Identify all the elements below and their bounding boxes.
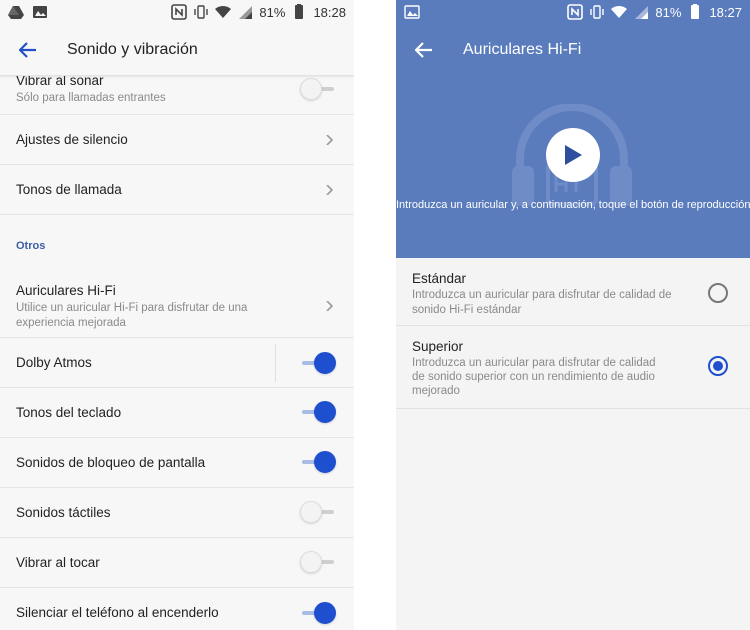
back-button[interactable] xyxy=(0,24,56,76)
play-icon xyxy=(565,145,582,165)
settings-list: Vibrar al sonar Sólo para llamadas entra… xyxy=(0,73,354,630)
clock: 18:27 xyxy=(709,4,742,20)
divider xyxy=(275,344,276,382)
option-description-line1: Introduzca un auricular para disfrutar d… xyxy=(412,357,656,369)
battery-percent: 81% xyxy=(655,4,682,20)
setting-auriculares-hifi[interactable]: Auriculares Hi-Fi Utilice un auricular H… xyxy=(0,279,354,338)
instruction-text: Introduzca un auricular y, a continuació… xyxy=(396,199,750,211)
option-description-line1: Introduzca un auricular para disfrutar d… xyxy=(412,289,672,301)
nfc-icon xyxy=(171,4,188,20)
setting-vibrar-al-tocar[interactable]: Vibrar al tocar xyxy=(0,538,354,588)
gallery-icon xyxy=(33,6,47,18)
sound-vibration-screen: 81% 18:28 Sonido y vibración Vibrar al s… xyxy=(0,0,354,630)
setting-tonos-del-teclado[interactable]: Tonos del teclado xyxy=(0,388,354,438)
play-button[interactable] xyxy=(546,128,600,182)
chevron-right-icon xyxy=(326,185,334,195)
superior-radio[interactable] xyxy=(708,356,728,376)
back-arrow-icon xyxy=(19,41,36,58)
vibrate-icon xyxy=(590,5,605,19)
signal-icon xyxy=(239,6,253,19)
option-description-line2: sonido Hi-Fi estándar xyxy=(412,304,522,316)
wifi-icon xyxy=(611,5,628,18)
page-title: Auriculares Hi-Fi xyxy=(463,41,582,58)
setting-ajustes-de-silencio[interactable]: Ajustes de silencio xyxy=(0,115,354,165)
option-estandar[interactable]: Estándar Introduzca un auricular para di… xyxy=(396,258,750,326)
nfc-icon xyxy=(567,4,584,20)
chevron-right-icon xyxy=(326,301,334,311)
drive-icon xyxy=(8,6,24,19)
app-bar: Sonido y vibración xyxy=(0,24,354,76)
vibrate-icon xyxy=(194,5,209,19)
setting-sonidos-tactiles[interactable]: Sonidos táctiles xyxy=(0,488,354,538)
status-bar: 81% 18:28 xyxy=(0,0,354,24)
setting-label: Ajustes de silencio xyxy=(16,132,128,147)
setting-label: Auriculares Hi-Fi xyxy=(16,283,116,298)
dolby-atmos-toggle[interactable] xyxy=(300,352,336,374)
signal-icon xyxy=(635,6,649,19)
setting-description-line1: Utilice un auricular Hi-Fi para disfruta… xyxy=(16,302,248,314)
option-description-line2: de sonido superior con un rendimiento de… xyxy=(412,371,655,383)
setting-description: Sólo para llamadas entrantes xyxy=(16,92,166,104)
back-button[interactable] xyxy=(396,24,452,76)
setting-dolby-atmos[interactable]: Dolby Atmos xyxy=(0,338,354,388)
setting-label: Dolby Atmos xyxy=(16,355,92,370)
battery-icon xyxy=(691,4,700,19)
setting-vibrar-al-sonar[interactable]: Vibrar al sonar Sólo para llamadas entra… xyxy=(0,73,354,115)
back-arrow-icon xyxy=(415,42,432,58)
setting-tonos-de-llamada[interactable]: Tonos de llamada xyxy=(0,165,354,215)
battery-percent: 81% xyxy=(259,4,286,20)
hifi-headphones-screen: 81% 18:27 Auriculares Hi-Fi Introduzca u… xyxy=(396,0,750,630)
setting-description-line2: experiencia mejorada xyxy=(16,317,126,329)
vibrar-al-tocar-toggle[interactable] xyxy=(300,551,336,573)
status-bar: 81% 18:27 xyxy=(396,0,750,24)
setting-sonidos-bloqueo-pantalla[interactable]: Sonidos de bloqueo de pantalla xyxy=(0,438,354,488)
setting-label: Silenciar el teléfono al encenderlo xyxy=(16,605,219,620)
setting-label: Sonidos táctiles xyxy=(16,505,111,520)
quality-options: Estándar Introduzca un auricular para di… xyxy=(396,258,750,409)
option-superior[interactable]: Superior Introduzca un auricular para di… xyxy=(396,326,750,409)
option-label: Estándar xyxy=(412,271,467,286)
section-title: Otros xyxy=(16,240,46,252)
vibrar-al-sonar-toggle[interactable] xyxy=(300,78,336,100)
sonidos-tactiles-toggle[interactable] xyxy=(300,501,336,523)
setting-silenciar-al-encender[interactable]: Silenciar el teléfono al encenderlo xyxy=(0,588,354,630)
option-label: Superior xyxy=(412,339,464,354)
wifi-icon xyxy=(215,5,232,18)
estandar-radio[interactable] xyxy=(708,283,728,303)
page-title: Sonido y vibración xyxy=(67,40,198,58)
app-bar: Auriculares Hi-Fi xyxy=(396,24,750,76)
setting-label: Vibrar al tocar xyxy=(16,555,100,570)
setting-label: Sonidos de bloqueo de pantalla xyxy=(16,455,206,470)
setting-label: Tonos de llamada xyxy=(16,182,122,197)
gallery-icon xyxy=(404,5,420,19)
tonos-del-teclado-toggle[interactable] xyxy=(300,401,336,423)
option-description-line3: mejorado xyxy=(412,385,460,397)
clock: 18:28 xyxy=(313,4,346,20)
sonidos-bloqueo-toggle[interactable] xyxy=(300,451,336,473)
silenciar-al-encender-toggle[interactable] xyxy=(300,602,336,624)
chevron-right-icon xyxy=(326,135,334,145)
section-header-otros: Otros xyxy=(0,215,354,279)
hifi-header: 81% 18:27 Auriculares Hi-Fi Introduzca u… xyxy=(396,0,750,258)
setting-label: Tonos del teclado xyxy=(16,405,122,420)
battery-icon xyxy=(295,4,304,19)
